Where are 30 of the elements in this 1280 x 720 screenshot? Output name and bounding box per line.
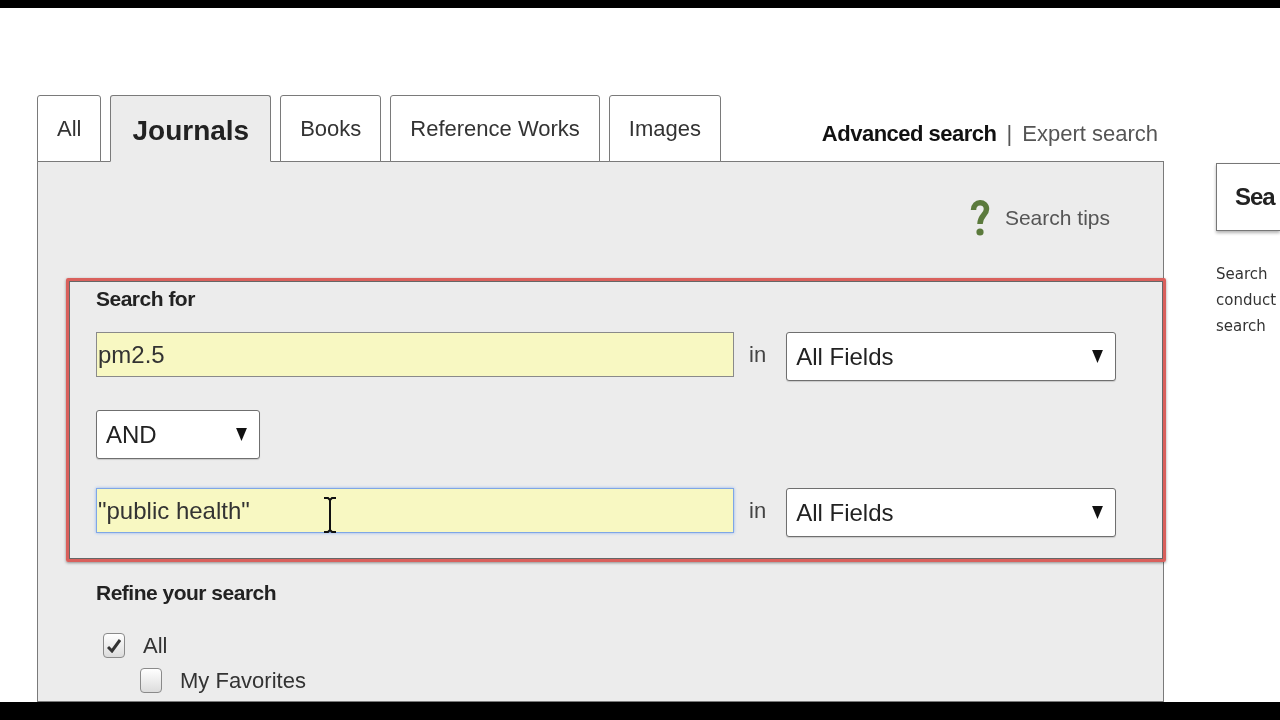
tab[interactable]: Reference Works (390, 95, 600, 162)
search-tips-link[interactable]: Search tips (1004, 202, 1110, 234)
checkbox[interactable] (140, 668, 162, 693)
caret-icon (236, 428, 247, 441)
search-mode-link[interactable]: Expert search (1022, 117, 1158, 150)
text-cursor-icon (323, 497, 337, 533)
option-label: All (143, 633, 168, 658)
tab[interactable]: All (37, 95, 102, 162)
in-label: in (749, 342, 767, 368)
caret-icon (1092, 506, 1104, 519)
in-label: in (749, 498, 767, 524)
tab[interactable]: Books (280, 95, 382, 162)
section-title: Search for (96, 287, 195, 311)
search-button[interactable]: Sea (1216, 163, 1280, 231)
operator-select[interactable]: AND (96, 410, 260, 459)
tab[interactable]: Images (608, 95, 721, 162)
caret-icon (1092, 350, 1104, 363)
search-mode-link[interactable]: Advanced search (821, 117, 997, 150)
help-icon (968, 199, 991, 237)
description-text: Search conduct search (1216, 264, 1277, 337)
search-input[interactable]: "public health" (96, 488, 734, 533)
field-select[interactable]: All Fields (786, 332, 1117, 381)
checkbox[interactable] (103, 633, 125, 658)
field-select[interactable]: All Fields (786, 488, 1117, 537)
tick-icon (107, 638, 121, 653)
option-label: My Favorites (180, 668, 306, 693)
tab[interactable]: Journals (110, 95, 272, 162)
section-title: Refine your search (96, 581, 277, 605)
separator: | (1006, 120, 1013, 148)
search-input[interactable]: pm2.5 (96, 332, 734, 377)
